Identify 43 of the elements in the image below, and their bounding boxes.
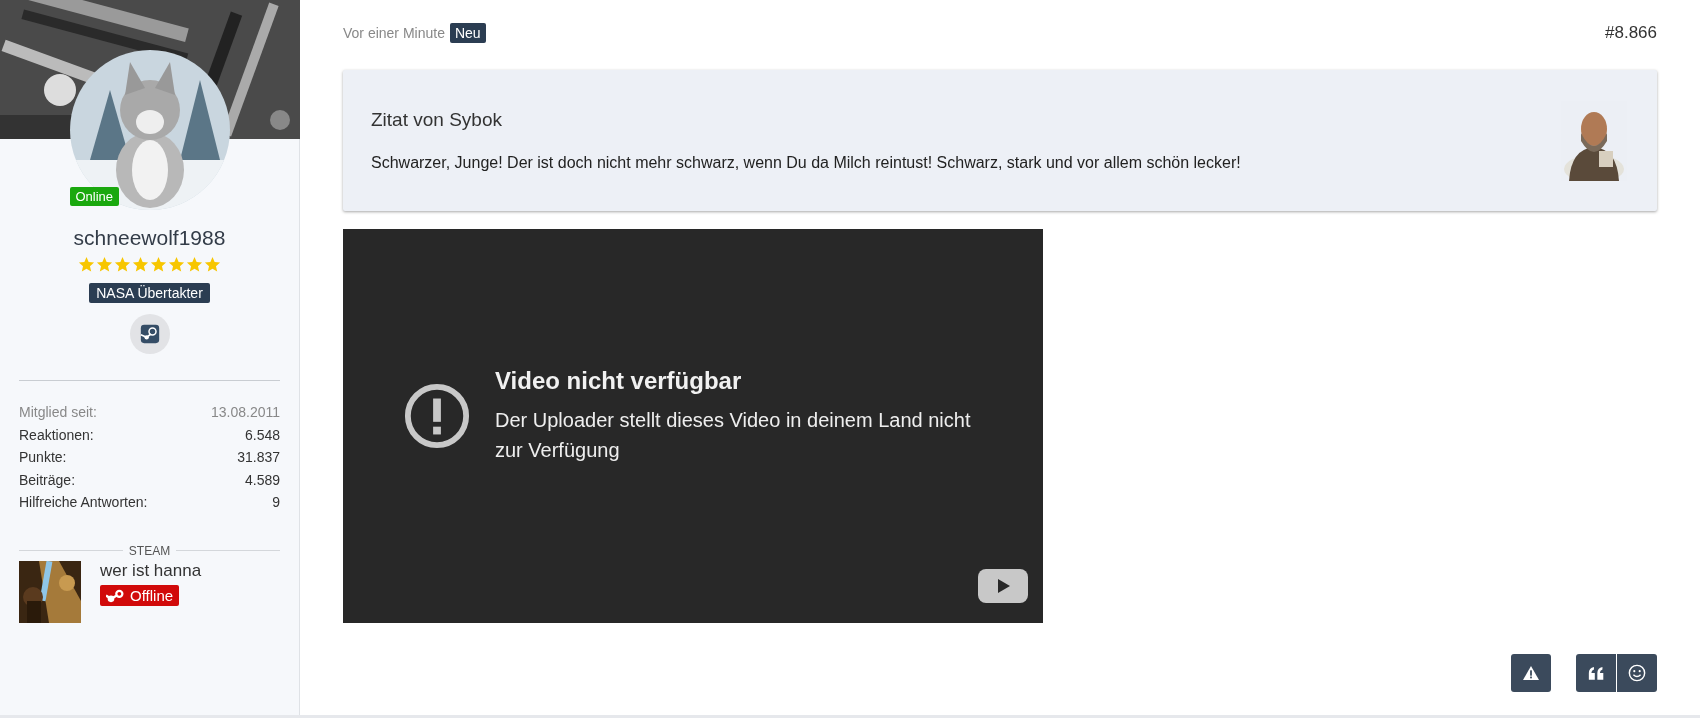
video-error-title: Video nicht verfügbar [495,367,743,395]
quote-title[interactable]: Zitat von Sybok [371,109,1241,131]
steam-icon [139,324,160,344]
star-icon [78,256,95,273]
alert-icon [403,382,471,450]
post-time[interactable]: Vor einer Minute [343,25,445,41]
smiley-icon [1628,664,1646,682]
post-number-link[interactable]: #8.866 [1605,23,1657,43]
star-icon [168,256,185,273]
stat-value: 31.837 [237,449,280,466]
quote-text: Schwarzer, Junge! Der ist doch nicht mehr schwarz, wenn Du da Milch reintust! Schwarz, stark und vor allem schön lecker! [371,154,1241,172]
play-icon[interactable] [978,569,1028,603]
star-icon [186,256,203,273]
stat-value: 6.548 [244,426,280,443]
quote-button[interactable] [1576,654,1616,692]
stat-label: Hilfreiche Antworten: [19,494,148,511]
steam-profile-button[interactable] [129,314,170,354]
section-heading: STEAM [128,543,171,558]
rank-badge: NASA Übertakter [89,283,210,303]
video-error-message: Der Uploader stellt dieses Video in deinem Land nicht zur Verfügung [495,408,972,463]
star-icon [204,256,221,273]
steam-name: wer ist hanna [100,560,202,581]
quote-icon [1587,666,1605,680]
status-badge: Online [69,187,120,206]
new-badge: Neu [449,23,486,43]
stat-label: Punkte: [19,449,67,466]
stat-value: 9 [272,494,280,511]
steam-icon [106,587,126,603]
react-button[interactable] [1617,654,1657,692]
stat-label: Reaktionen: [19,426,94,443]
username-link[interactable]: schneewolf1988 [73,226,226,250]
stat-label: Mitglied seit: [19,404,97,421]
star-icon [114,256,131,273]
report-button[interactable] [1511,654,1551,692]
report-icon [1522,665,1540,681]
stat-label: Beiträge: [19,471,76,488]
stat-value: 13.08.2011 [210,404,280,421]
video-player[interactable]: Video nicht verfügbar Der Uploader stellt dieses Video in deinem Land nicht zur Verfügung [343,229,1043,623]
status-text: Offline [130,586,174,604]
stat-value: 4.589 [244,471,280,488]
star-icon [132,256,149,273]
star-icon [150,256,167,273]
star-icon [96,256,113,273]
